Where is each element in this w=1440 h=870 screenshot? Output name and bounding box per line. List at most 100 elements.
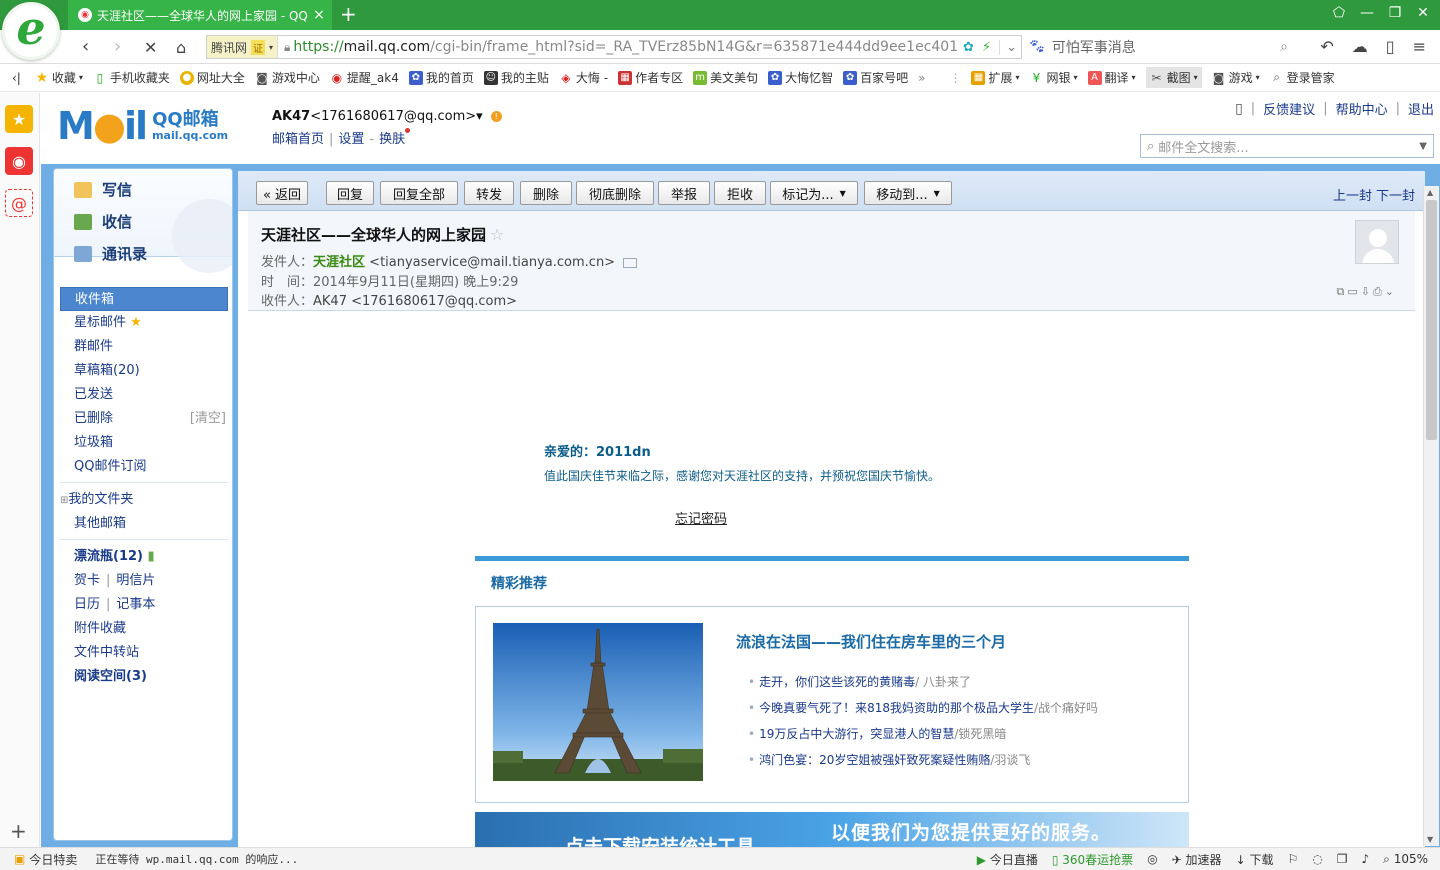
report-button[interactable]: 举报 <box>658 181 710 205</box>
forgot-password-link[interactable]: 忘记密码 <box>675 508 727 527</box>
daily-deals-link[interactable]: 今日特卖 <box>29 851 77 868</box>
close-window-icon[interactable]: ✕ <box>1416 5 1430 21</box>
lightning-icon[interactable]: ⚡ <box>982 40 991 55</box>
list-item[interactable]: • 今晚真要气死了！来818我妈资助的那个极品大学生/战个痛好吗 <box>748 695 1098 721</box>
window-icon[interactable]: ❐ <box>1337 852 1348 866</box>
reject-button[interactable]: 拒收 <box>714 181 766 205</box>
search-box[interactable]: 🐾︎ 可怕军事消息 ⌕ <box>1028 35 1288 59</box>
list-item[interactable]: • 鸿门色宴：20岁空姐被强奸致死案疑性贿赂/羽谈飞 <box>748 747 1098 773</box>
delete-forever-button[interactable]: 彻底删除 <box>576 181 654 205</box>
menu-icon[interactable]: ≡ <box>1413 37 1426 56</box>
live-link[interactable]: ▶ 今日直播 <box>977 851 1038 868</box>
logout-link[interactable]: 退出 <box>1408 99 1434 118</box>
address-dropdown-icon[interactable]: ⌄ <box>999 39 1017 55</box>
delete-button[interactable]: 删除 <box>520 181 572 205</box>
bookmark-games[interactable]: ◙ 游戏中心 <box>255 69 320 86</box>
site-badge[interactable]: 腾讯网证 ▾ <box>207 36 279 58</box>
contact-card-icon[interactable] <box>623 257 638 268</box>
folder-sent[interactable]: 已发送 <box>60 383 228 407</box>
bookmark-author[interactable]: ▦ 作者专区 <box>618 69 683 86</box>
bookmark-remind[interactable]: ◉ 提醒_ak4 <box>330 69 399 86</box>
speaker-icon[interactable]: ♪ <box>1361 852 1369 866</box>
download-link[interactable]: ↓ 下载 <box>1236 851 1274 868</box>
notebook-link[interactable]: 记事本 <box>116 597 155 612</box>
feature-title[interactable]: 流浪在法国——我们住在房车里的三个月 <box>736 631 1006 652</box>
forward-icon[interactable]: › <box>114 36 121 57</box>
mobile-icon[interactable]: ▯ <box>1235 101 1243 117</box>
bookmarks-more[interactable]: » <box>918 71 925 85</box>
help-link[interactable]: 帮助中心 <box>1336 99 1388 118</box>
feedback-link[interactable]: 反馈建议 <box>1263 99 1315 118</box>
sender-name[interactable]: 天涯社区 <box>313 255 365 270</box>
postcard-link[interactable]: 明信片 <box>116 573 155 588</box>
restore-icon[interactable]: ❐ <box>1388 5 1402 21</box>
shield-icon[interactable]: ◎ <box>1147 852 1157 866</box>
favorites-star-icon[interactable]: ★ <box>5 105 33 133</box>
bookmark-dahui[interactable]: ◈ 大悔 - <box>559 69 608 86</box>
move-to-button[interactable]: 移动到... ▼ <box>864 181 952 205</box>
bookmark-sites[interactable]: ● 网址大全 <box>179 69 245 86</box>
reply-all-button[interactable]: 回复全部 <box>380 181 458 205</box>
mail-at-icon[interactable]: @ <box>5 189 33 217</box>
empty-trash-link[interactable]: [清空] <box>190 407 226 431</box>
download-banner[interactable]: 点击下载安装统计工具 以便我们为您提供更好的服务。 <box>475 812 1189 847</box>
mail-home-link[interactable]: 邮箱首页 <box>272 132 324 147</box>
bookmark-login-manager[interactable]: ⌕ 登录管家 <box>1270 69 1334 86</box>
minimize-icon[interactable]: — <box>1360 5 1374 21</box>
contacts-button[interactable]: 通讯录 <box>74 243 147 264</box>
settings-link[interactable]: 设置 <box>338 132 364 147</box>
skin-icon[interactable]: ⬠ <box>1332 5 1346 21</box>
bookmark-games2[interactable]: ◙ 游戏 ▾ <box>1212 69 1260 86</box>
folder-group[interactable]: 群邮件 <box>60 335 228 359</box>
address-bar[interactable]: 腾讯网证 ▾ 🔒︎ https://mail.qq.com/cgi-bin/fra… <box>206 35 1022 59</box>
add-sidebar-icon[interactable]: + <box>10 819 27 843</box>
print-preview-icon[interactable]: ▭ <box>1347 285 1360 298</box>
greeting-card-link[interactable]: 贺卡 <box>74 573 100 588</box>
prev-mail-link[interactable]: 上一封 <box>1333 189 1372 204</box>
calendar-link[interactable]: 日历 <box>74 597 100 612</box>
weibo-sidebar-icon[interactable]: ◉ <box>5 147 33 175</box>
account-dropdown-icon[interactable]: ▾ <box>476 109 483 124</box>
compose-button[interactable]: 写信 <box>74 179 132 200</box>
bookmark-yizhi[interactable]: ✿ 大悔忆智 <box>768 69 833 86</box>
folder-subscriptions[interactable]: QQ邮件订阅 <box>60 455 228 479</box>
cloud-icon[interactable]: ☁ <box>1352 37 1368 56</box>
refresh-badge-icon[interactable]: ✿ <box>963 40 974 55</box>
receive-button[interactable]: 收信 <box>74 211 132 232</box>
new-window-icon[interactable]: ⧉ <box>1336 285 1347 298</box>
browser-tab-active[interactable]: ◉ 天涯社区——全球华人的网上家园 - QQ × <box>68 0 332 30</box>
qqmail-logo[interactable]: M●il QQ邮箱 mail.qq.com <box>57 107 228 145</box>
mark-as-button[interactable]: 标记为... ▼ <box>770 181 858 205</box>
change-skin-link[interactable]: 换肤 <box>379 132 405 147</box>
zoom-control[interactable]: ⌕ 105% <box>1383 852 1428 867</box>
phone-icon[interactable]: ▯ <box>1386 37 1395 56</box>
bookmark-extensions[interactable]: ▦ 扩展 ▾ <box>971 69 1020 86</box>
more-options-icon[interactable]: ⌄ <box>1385 285 1397 298</box>
flag-icon[interactable]: ⚐ <box>1287 852 1298 866</box>
mail-search-input[interactable]: ⌕ 邮件全文搜索... ▼ <box>1140 134 1434 158</box>
bookmark-bank[interactable]: ¥ 网银 ▾ <box>1030 69 1078 86</box>
stop-icon[interactable]: ✕ <box>144 38 157 57</box>
back-icon[interactable]: ‹ <box>82 36 89 57</box>
search-dropdown-icon[interactable]: ▼ <box>1419 141 1427 152</box>
bookmark-mobile[interactable]: ▯ 手机收藏夹 <box>93 69 170 86</box>
new-tab-icon[interactable]: + <box>340 3 357 25</box>
other-mailboxes[interactable]: 其他邮箱 <box>60 512 228 536</box>
folder-deleted[interactable]: 已删除 [清空] <box>60 407 228 431</box>
reading-space-link[interactable]: 阅读空间(3) <box>60 665 228 689</box>
close-tab-icon[interactable]: × <box>312 7 326 23</box>
scroll-up-icon[interactable]: ▲ <box>1427 188 1433 197</box>
folder-drafts[interactable]: 草稿箱(20) <box>60 359 228 383</box>
bookmark-translate[interactable]: A 翻译 ▾ <box>1087 69 1136 86</box>
browser-logo-icon[interactable]: e <box>2 2 60 60</box>
eiffel-tower-image[interactable] <box>493 623 703 781</box>
bookmark-favorites[interactable]: ★ 收藏 ▾ <box>35 69 83 86</box>
drift-bottle[interactable]: 漂流瓶(12) ▮ <box>60 545 228 569</box>
folder-inbox[interactable]: 收件箱 <box>60 287 228 311</box>
bookmark-posts[interactable]: ☺ 我的主贴 <box>483 69 549 86</box>
folder-starred[interactable]: 星标邮件 ★ <box>60 311 228 335</box>
scroll-down-icon[interactable]: ▼ <box>1427 835 1433 844</box>
sender-avatar[interactable] <box>1355 220 1399 264</box>
forward-button[interactable]: 转发 <box>464 181 514 205</box>
bookmark-meiwen[interactable]: m 美文美句 <box>693 69 758 86</box>
